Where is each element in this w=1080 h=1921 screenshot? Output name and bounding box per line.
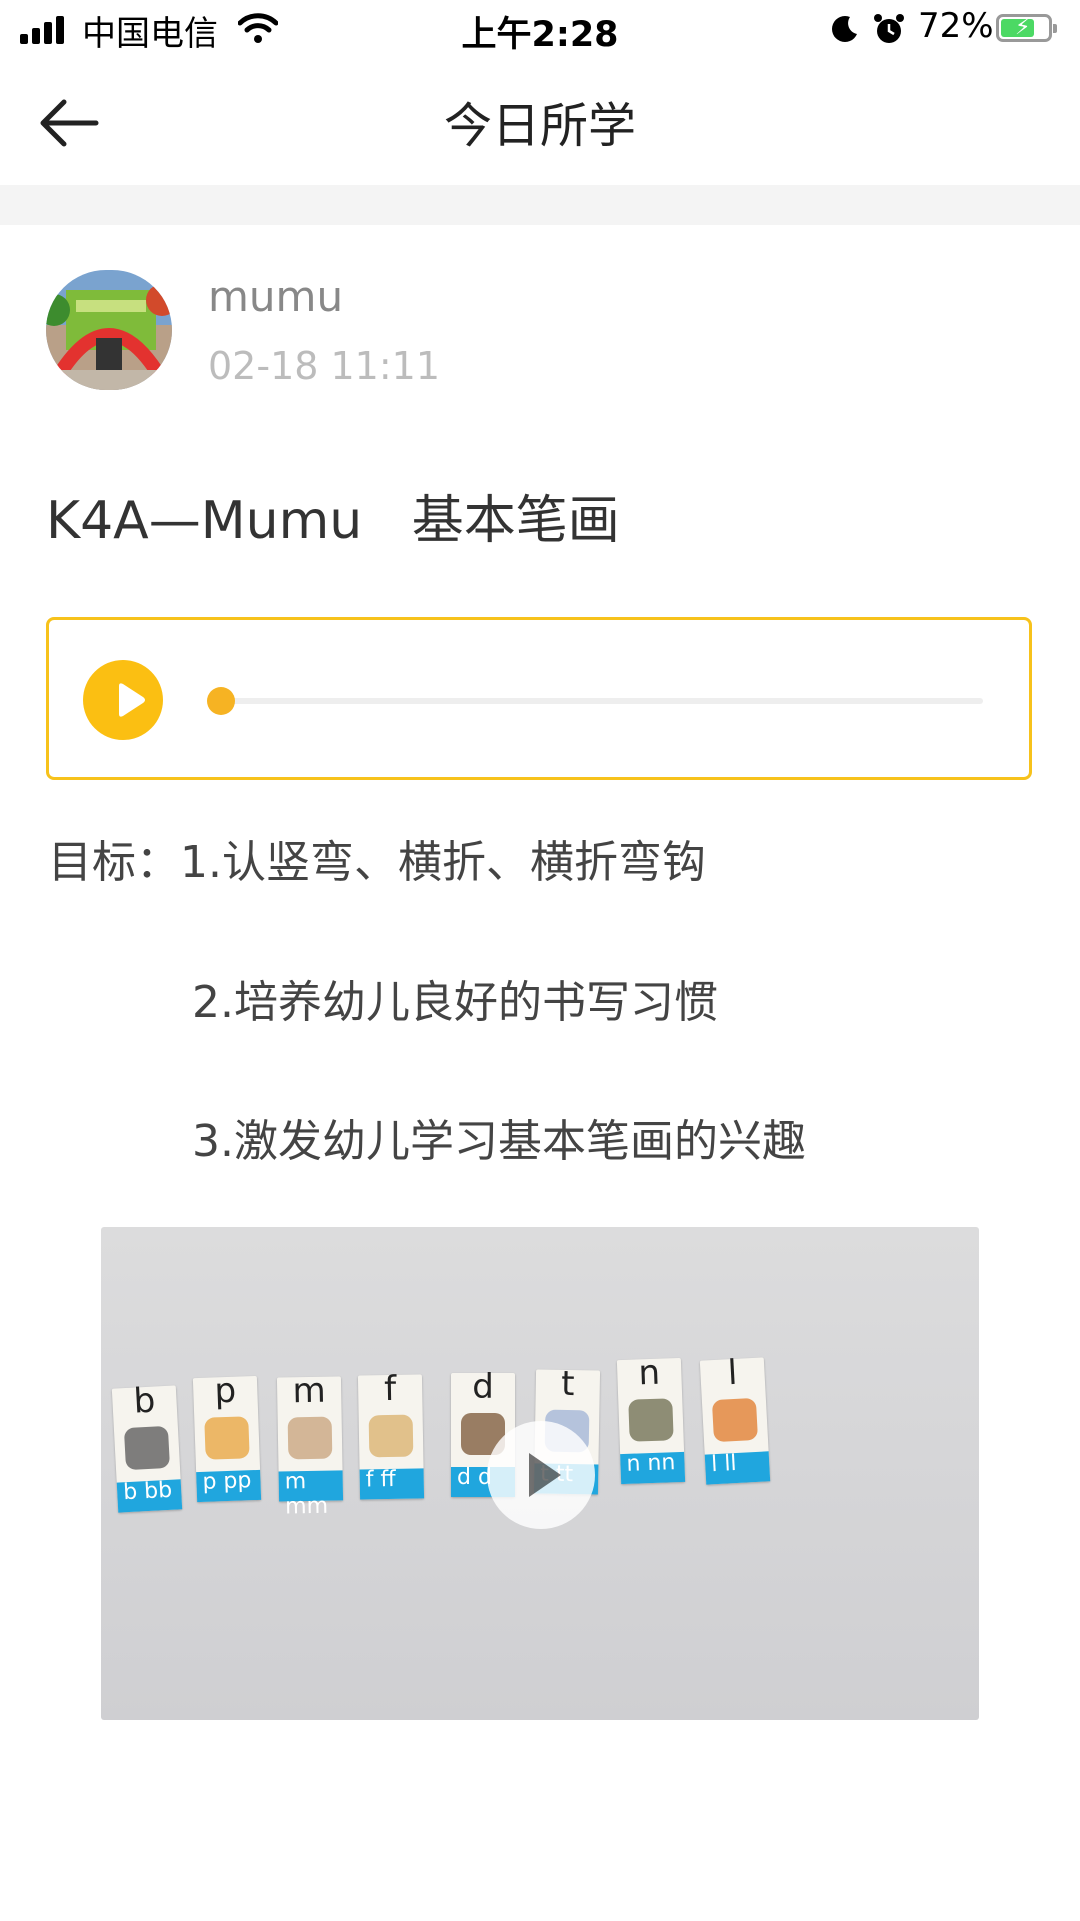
- card-letter: d: [472, 1367, 494, 1407]
- card-letter: t: [560, 1363, 575, 1405]
- card-band: f ff: [359, 1466, 425, 1500]
- moon-icon: [832, 16, 857, 42]
- audio-progress-track[interactable]: [221, 698, 983, 704]
- battery-percent: 72%: [918, 6, 994, 46]
- card-band-text: n nn: [626, 1450, 676, 1477]
- phonics-card: n n nn: [616, 1353, 686, 1485]
- goal-line-1: 目标：1.认竖弯、横折、横折弯钩: [48, 837, 706, 888]
- phonics-card: m m mm: [276, 1371, 344, 1519]
- section-divider: [0, 185, 1080, 225]
- card-letter: b: [132, 1380, 157, 1422]
- card-letter: f: [383, 1368, 397, 1410]
- card-band-text: m mm: [284, 1469, 329, 1520]
- avatar[interactable]: [46, 270, 172, 390]
- card-picture: [628, 1398, 674, 1442]
- card-picture: [287, 1416, 333, 1460]
- status-bar: 中国电信 上午2:28 72% ⚡: [0, 0, 1080, 60]
- card-band-text: b bb: [122, 1477, 173, 1506]
- battery-icon: ⚡: [996, 14, 1057, 42]
- card-band-text: l ll: [710, 1450, 738, 1478]
- card-band: m mm: [278, 1469, 344, 1519]
- card-band-text: p pp: [202, 1468, 252, 1495]
- card-letter: l: [726, 1352, 739, 1394]
- post-title: K4A—Mumu 基本笔画: [46, 491, 620, 551]
- audio-progress-thumb[interactable]: [207, 687, 235, 715]
- card-band-text: f ff: [365, 1466, 396, 1493]
- card-band: n nn: [620, 1450, 686, 1485]
- card-picture: [204, 1416, 250, 1460]
- goal-line-3: 3.激发幼儿学习基本笔画的兴趣: [192, 1116, 806, 1167]
- phonics-card: p p pp: [192, 1371, 262, 1503]
- card-picture: [123, 1425, 171, 1471]
- card-picture: [711, 1397, 759, 1443]
- card-letter: p: [213, 1370, 237, 1412]
- author-name[interactable]: mumu: [208, 272, 343, 321]
- video-play-icon[interactable]: [487, 1421, 595, 1529]
- video-player[interactable]: bb bbpp ppmm mmff ffdd dtt ttnn nnll ll: [101, 1227, 979, 1720]
- phonics-card: f f ff: [357, 1369, 425, 1500]
- card-band: p pp: [196, 1468, 262, 1503]
- card-band: b bb: [116, 1477, 183, 1513]
- play-icon[interactable]: [83, 660, 163, 740]
- phonics-card: l l ll: [699, 1353, 771, 1485]
- goal-line-2: 2.培养幼儿良好的书写习惯: [192, 977, 718, 1028]
- page-title: 今日所学: [443, 98, 636, 154]
- card-band: l ll: [704, 1450, 771, 1485]
- audio-player: [46, 617, 1032, 780]
- post-timestamp: 02-18 11:11: [208, 344, 441, 388]
- card-picture: [368, 1414, 414, 1458]
- nav-bar: 今日所学: [0, 60, 1080, 185]
- card-letter: n: [637, 1352, 661, 1394]
- alarm-icon: [874, 14, 904, 43]
- phonics-card: b b bb: [111, 1381, 183, 1513]
- card-letter: m: [292, 1370, 327, 1412]
